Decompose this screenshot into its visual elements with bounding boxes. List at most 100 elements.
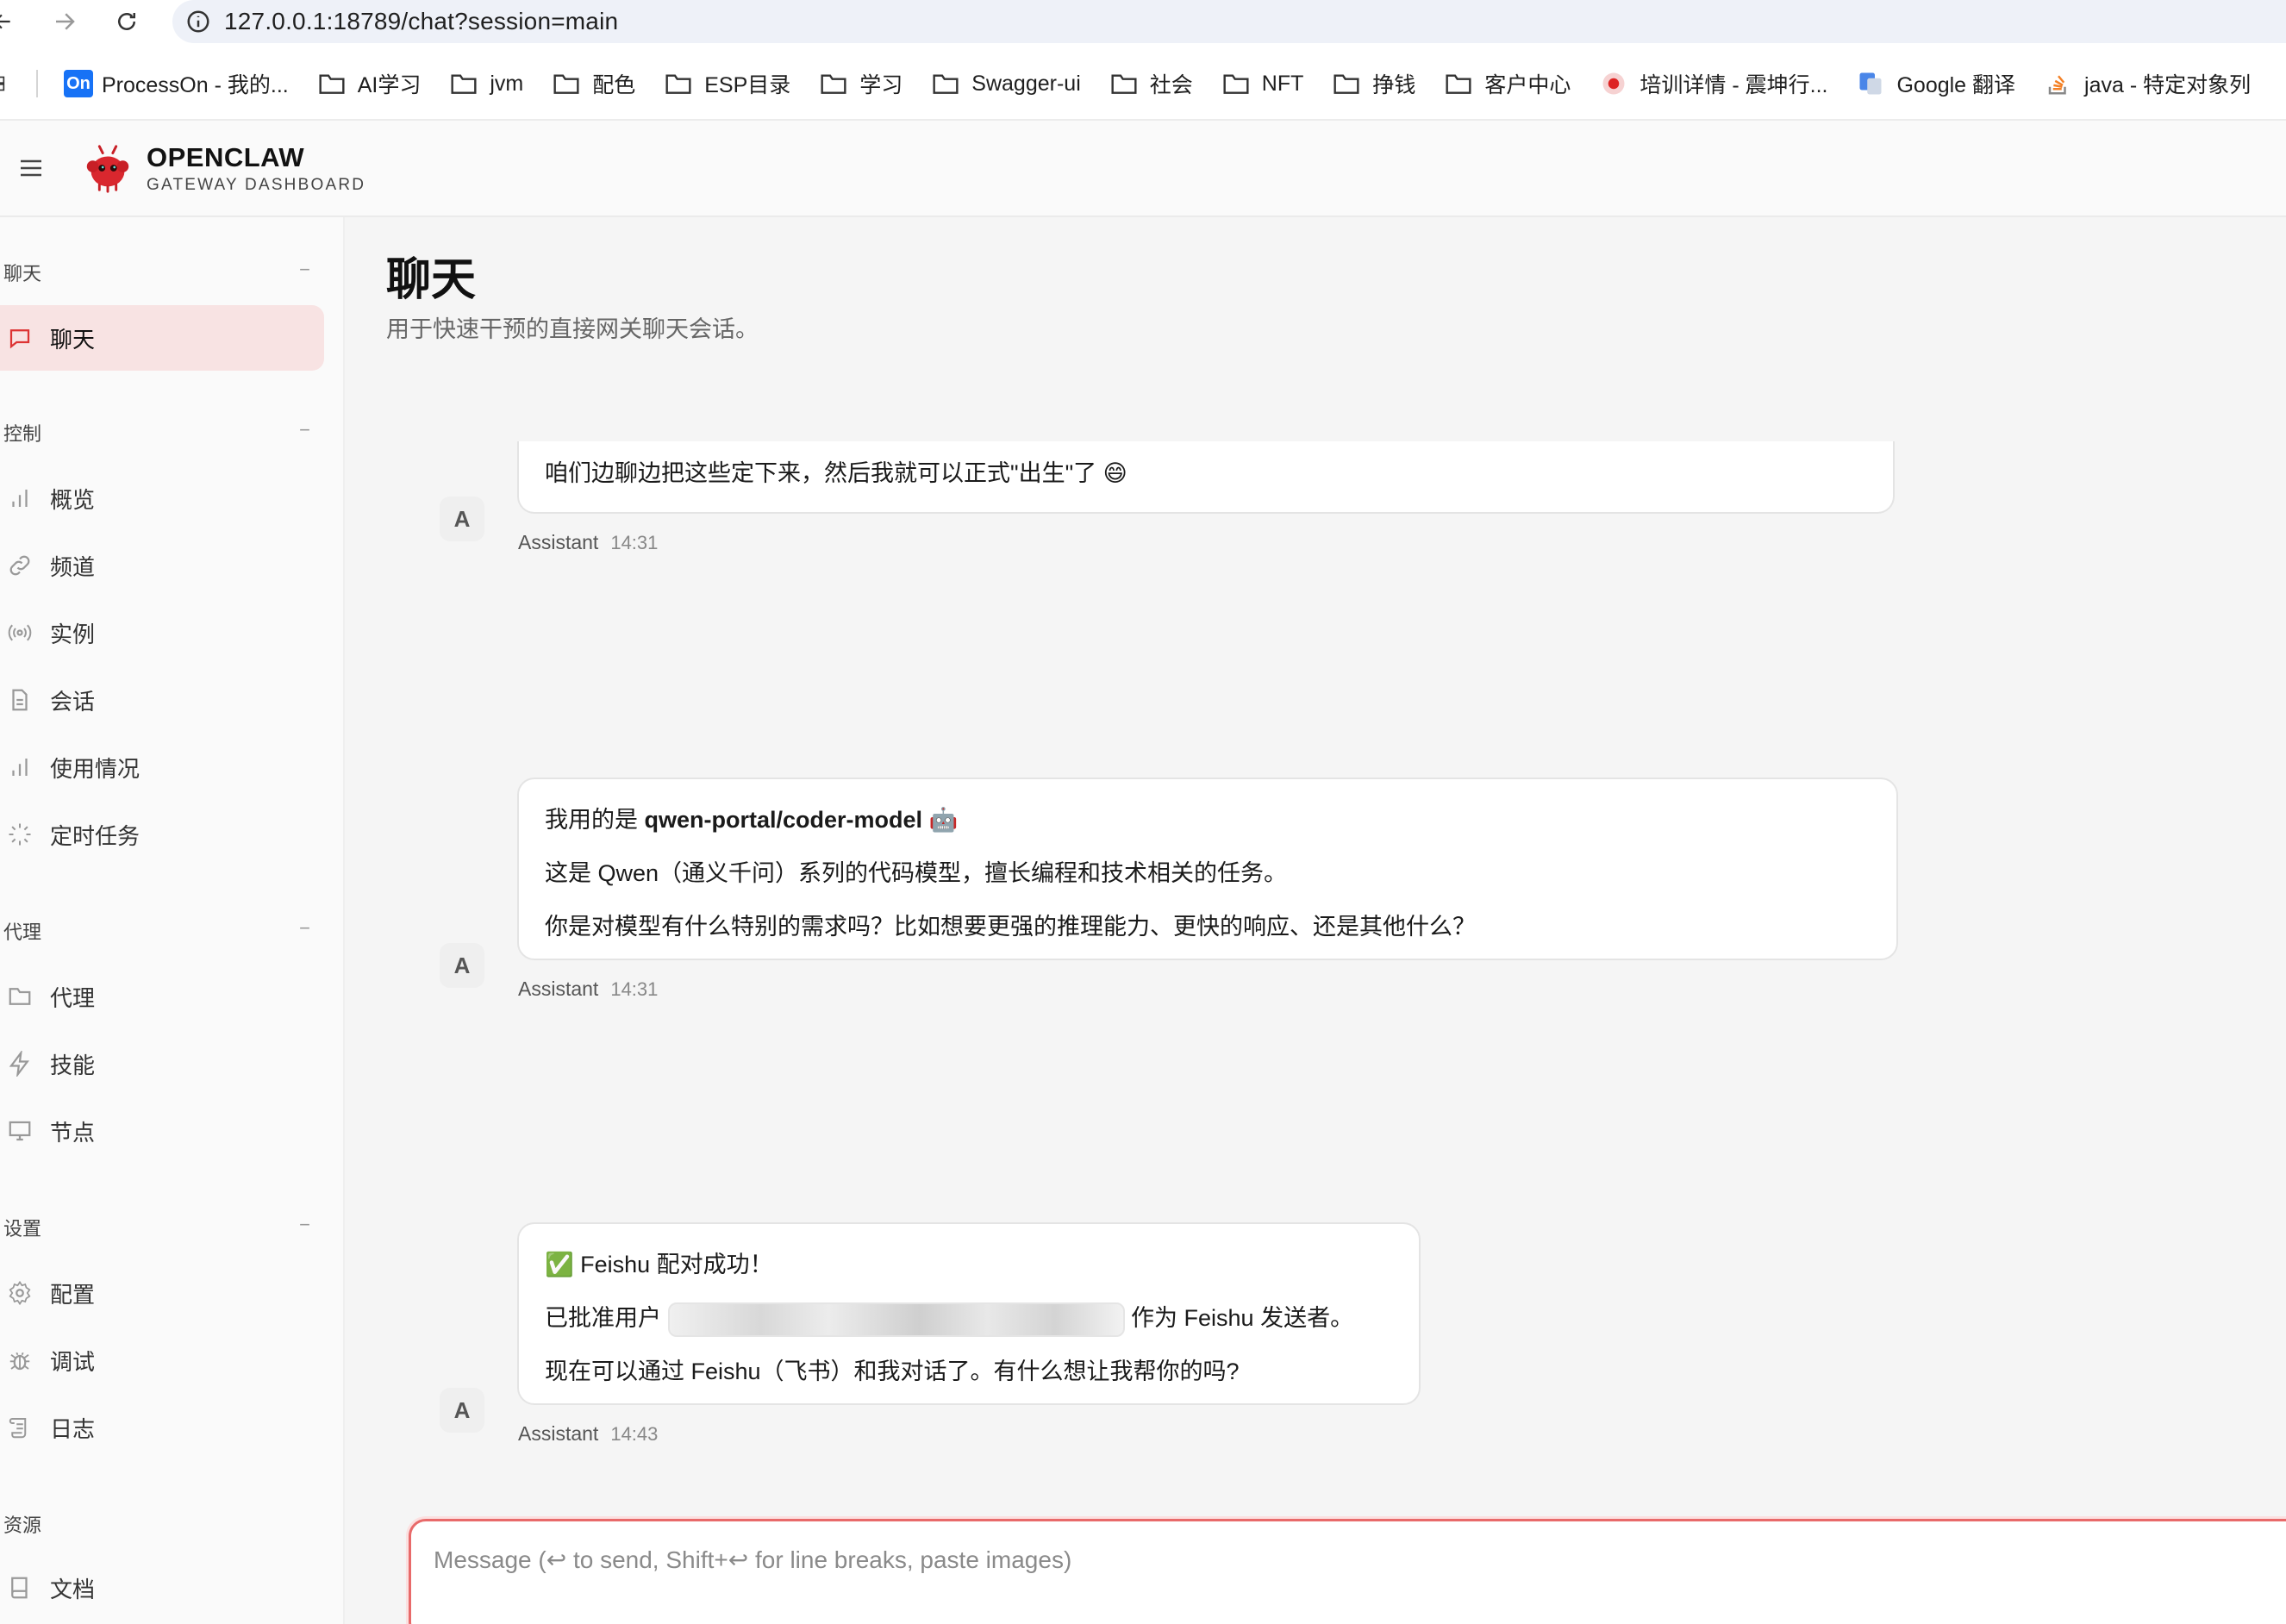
message-text: 我用的是 qwen-portal/coder-model 🤖 [545,807,959,833]
message-bubble: 咱们边聊边把这些定下来，然后我就可以正式"出生"了 😄 [517,441,1895,514]
folder-icon [1334,74,1359,94]
bar-chart-icon [12,490,28,507]
sidebar-item-skills[interactable]: 技能 [0,1031,324,1096]
collapse-icon[interactable]: − [299,259,310,286]
reload-button[interactable] [97,0,157,43]
sidebar-item-sessions[interactable]: 会话 [0,667,324,733]
reload-icon [118,13,135,30]
hamburger-icon [21,159,41,177]
processon-icon: On [64,70,93,97]
bug-icon [9,1352,30,1371]
bookmark-folder-ai[interactable]: AI学习 [318,60,421,107]
arrow-right-icon [56,13,75,30]
collapse-icon[interactable]: − [299,419,310,447]
message-bubble: 我用的是 qwen-portal/coder-model 🤖 这是 Qwen（通… [517,778,1898,960]
browser-toolbar: 127.0.0.1:18789/chat?session=main [0,0,2286,43]
folder-icon [1111,74,1137,94]
chat-bubble-icon [9,329,30,349]
bookmark-folder-nft[interactable]: NFT [1222,60,1303,107]
bookmark-folder-customer[interactable]: 客户中心 [1445,60,1571,107]
bookmark-google-translate[interactable]: Google 翻译 [1857,60,2015,107]
app-title: OPENCLAW [147,141,305,172]
chat-main: 聊天 用于快速干预的直接网关聊天会话。 A 咱们边聊边把这些定下来，然后我就可以… [345,217,2286,1624]
message-text: 已批准用户 作为 Feishu 发送者。 [545,1291,1393,1345]
sidebar-item-usage[interactable]: 使用情况 [0,734,324,800]
bookmark-processon[interactable]: On ProcessOn - 我的... [64,60,289,107]
folder-icon [553,74,579,94]
bookmark-folder-jvm[interactable]: jvm [450,60,523,107]
bookmark-training[interactable]: 培训详情 - 震坤行... [1600,60,1827,107]
folder-icon [319,74,345,94]
sidebar-item-channels[interactable]: 频道 [0,533,324,598]
sidebar-group-control[interactable]: 控制 − [3,419,310,447]
arrow-left-icon [0,14,10,29]
sidebar: 聊天 − 聊天 控制 − 概览 频道 实例 会话 使用情况 定时任务 代理 − 代理 … [0,217,345,1624]
apps-grid-icon[interactable] [0,60,14,107]
sender-name: Assistant [518,978,599,1000]
sidebar-item-agents[interactable]: 代理 [0,964,324,1029]
page-subtitle: 用于快速干预的直接网关聊天会话。 [386,316,759,342]
sidebar-item-overview[interactable]: 概览 [0,465,324,531]
folder-icon [1446,74,1471,94]
bookmark-folder-money[interactable]: 挣钱 [1333,60,1415,107]
timestamp: 14:43 [610,1423,659,1445]
bookmark-folder-colors[interactable]: 配色 [553,60,635,107]
model-name: qwen-portal/coder-model [644,807,923,833]
collapse-icon[interactable]: − [299,917,310,945]
bookmarks-divider [36,70,38,97]
folder-icon [9,988,31,1005]
gear-icon [9,1280,31,1306]
message-composer[interactable] [409,1519,2286,1624]
site-info-icon[interactable] [172,9,224,34]
bookmark-folder-society[interactable]: 社会 [1110,60,1193,107]
redacted-user-id [667,1302,1125,1337]
scroll-icon [9,1418,27,1439]
bookmark-folder-esp[interactable]: ESP目录 [665,60,790,107]
folder-icon [665,74,691,94]
stackoverflow-icon [2048,75,2066,95]
sidebar-group-resources[interactable]: 资源 [3,1510,310,1538]
sidebar-group-settings[interactable]: 设置 − [3,1214,310,1241]
message-text: ✅ Feishu 配对成功！ [545,1252,773,1277]
google-translate-icon [1859,72,1882,95]
timestamp: 14:31 [610,978,659,1000]
link-icon [9,555,30,576]
address-bar[interactable]: 127.0.0.1:18789/chat?session=main [172,0,2286,43]
folder-icon [821,74,846,94]
sidebar-item-instances[interactable]: 实例 [0,600,324,665]
sidebar-item-debug[interactable]: 调试 [0,1327,324,1393]
sidebar-item-config[interactable]: 配置 [0,1260,324,1326]
loader-icon [9,823,31,846]
brand: OPENCLAW GATEWAY DASHBOARD [147,142,365,195]
folder-icon [933,74,959,94]
timestamp: 14:31 [610,532,659,553]
app-header: OPENCLAW GATEWAY DASHBOARD [0,119,2286,217]
message-text: 咱们边聊边把这些定下来，然后我就可以正式"出生"了 😄 [545,460,1127,486]
collapse-icon[interactable]: − [299,1214,310,1241]
sidebar-group-chat[interactable]: 聊天 − [3,259,310,286]
sidebar-group-agents[interactable]: 代理 − [3,917,310,945]
bookmark-folder-swagger[interactable]: Swagger-ui [932,60,1081,107]
message-bubble: ✅ Feishu 配对成功！ 已批准用户 作为 Feishu 发送者。 现在可以… [517,1222,1421,1405]
site-favicon-icon [1602,72,1625,95]
assistant-avatar: A [440,1388,484,1433]
forward-button[interactable] [34,0,95,43]
bookmark-stackoverflow[interactable]: java - 特定对象列 [2045,60,2251,107]
assistant-avatar: A [440,943,484,988]
sidebar-item-cron[interactable]: 定时任务 [0,802,324,867]
bookmarks-bar: On ProcessOn - 我的... AI学习 jvm 配色 ESP目录 学… [0,60,2286,107]
monitor-icon [9,1121,31,1141]
message-input[interactable] [411,1521,2286,1624]
sidebar-item-nodes[interactable]: 节点 [0,1098,324,1164]
message-text: 你是对模型有什么特别的需求吗？比如想要更强的推理能力、更快的响应、还是其他什么？ [545,914,1476,940]
back-button[interactable] [0,0,17,43]
bookmark-folder-study[interactable]: 学习 [820,60,903,107]
folder-icon [1223,74,1249,94]
sidebar-item-logs[interactable]: 日志 [0,1395,324,1460]
sidebar-item-docs[interactable]: 文档 [0,1555,324,1621]
sidebar-item-chat[interactable]: 聊天 [0,305,324,371]
page-title: 聊天 [386,255,477,305]
assistant-avatar: A [440,497,484,541]
menu-toggle-button[interactable] [0,154,62,182]
app-subtitle: GATEWAY DASHBOARD [147,175,366,194]
